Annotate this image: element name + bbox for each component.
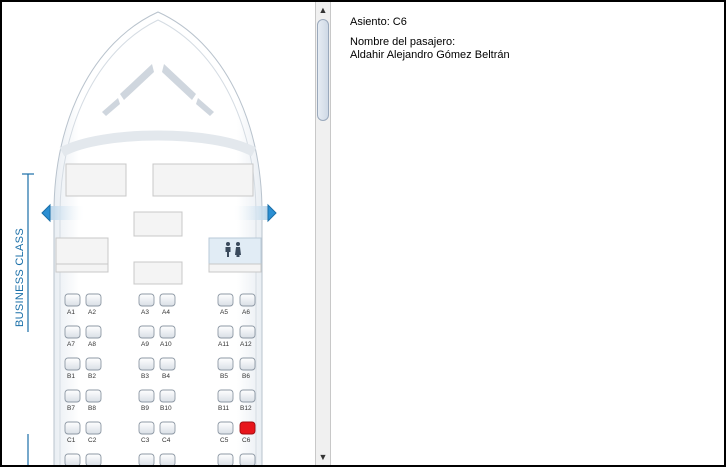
seat-b11[interactable] bbox=[217, 389, 234, 403]
seat-label: B7 bbox=[67, 405, 75, 412]
seat-a10[interactable] bbox=[159, 325, 176, 339]
seat-label: A9 bbox=[141, 341, 149, 348]
exit-arrow-right-icon bbox=[267, 203, 277, 223]
seat-label: A7 bbox=[67, 341, 75, 348]
seat-b10[interactable] bbox=[159, 389, 176, 403]
scrollbar-thumb[interactable] bbox=[317, 19, 329, 121]
seat-label: A8 bbox=[88, 341, 96, 348]
seat-label: C1 bbox=[67, 437, 76, 444]
seat-label: A4 bbox=[162, 309, 170, 316]
seat-a2[interactable] bbox=[85, 293, 102, 307]
seat-c4[interactable] bbox=[159, 421, 176, 435]
seat-label: A10 bbox=[160, 341, 172, 348]
seat-label: B5 bbox=[220, 373, 228, 380]
exit-bar-right bbox=[232, 206, 268, 220]
seat-c3[interactable] bbox=[138, 421, 155, 435]
galley-block-center bbox=[133, 211, 183, 237]
seat-b8[interactable] bbox=[85, 389, 102, 403]
seat-info-panel: Asiento: C6 Nombre del pasajero: Aldahir… bbox=[350, 16, 710, 62]
seat-a3[interactable] bbox=[138, 293, 155, 307]
seat-partial[interactable] bbox=[64, 453, 81, 465]
seat-b1[interactable] bbox=[64, 357, 81, 371]
seat-c6[interactable] bbox=[239, 421, 256, 435]
seat-a6[interactable] bbox=[239, 293, 256, 307]
seat-map-panel: BUSINESS CLASS A1 A2 A3 A4 A5 A6 A7 A8 A9 A10 A11 A… bbox=[2, 2, 315, 465]
seat-partial[interactable] bbox=[159, 453, 176, 465]
seat-a12[interactable] bbox=[239, 325, 256, 339]
seat-label: C3 bbox=[141, 437, 150, 444]
seat-label: A6 bbox=[242, 309, 250, 316]
seat-label: B1 bbox=[67, 373, 75, 380]
seat-b3[interactable] bbox=[138, 357, 155, 371]
scroll-up-icon[interactable]: ▲ bbox=[316, 2, 330, 18]
seat-a9[interactable] bbox=[138, 325, 155, 339]
seat-label: A2 bbox=[88, 309, 96, 316]
seat-c5[interactable] bbox=[217, 421, 234, 435]
seat-partial[interactable] bbox=[217, 453, 234, 465]
galley-block-left-2 bbox=[55, 237, 109, 265]
seat-label: B6 bbox=[242, 373, 250, 380]
exit-arrow-left-icon bbox=[41, 203, 51, 223]
seat-a7[interactable] bbox=[64, 325, 81, 339]
seat-label: C5 bbox=[220, 437, 229, 444]
seat-line: Asiento: C6 bbox=[350, 16, 407, 28]
scroll-down-icon[interactable]: ▼ bbox=[316, 449, 330, 465]
app-window: BUSINESS CLASS A1 A2 A3 A4 A5 A6 A7 A8 A9 A10 A11 A… bbox=[2, 2, 724, 465]
galley-block-right bbox=[152, 163, 254, 197]
seat-b2[interactable] bbox=[85, 357, 102, 371]
seat-c1[interactable] bbox=[64, 421, 81, 435]
lav-block bbox=[208, 237, 262, 265]
seat-partial[interactable] bbox=[138, 453, 155, 465]
seat-label: B3 bbox=[141, 373, 149, 380]
seat-label: A1 bbox=[67, 309, 75, 316]
seat-b12[interactable] bbox=[239, 389, 256, 403]
seat-label: A11 bbox=[218, 341, 230, 348]
exit-bar-left bbox=[50, 206, 86, 220]
seat-partial[interactable] bbox=[85, 453, 102, 465]
vertical-scrollbar[interactable]: ▲ ▼ bbox=[315, 2, 331, 465]
seat-a4[interactable] bbox=[159, 293, 176, 307]
seat-a11[interactable] bbox=[217, 325, 234, 339]
seat-a8[interactable] bbox=[85, 325, 102, 339]
seat-label: B12 bbox=[240, 405, 252, 412]
seat-label: B2 bbox=[88, 373, 96, 380]
seat-b9[interactable] bbox=[138, 389, 155, 403]
galley-strip-left bbox=[55, 263, 109, 273]
seat-a1[interactable] bbox=[64, 293, 81, 307]
seat-label: B9 bbox=[141, 405, 149, 412]
galley-block-center-2 bbox=[133, 261, 183, 285]
seat-label: A5 bbox=[220, 309, 228, 316]
seat-label: B11 bbox=[218, 405, 230, 412]
galley-block-left bbox=[65, 163, 127, 197]
seat-partial[interactable] bbox=[239, 453, 256, 465]
section-label: BUSINESS CLASS bbox=[14, 228, 26, 327]
seat-b7[interactable] bbox=[64, 389, 81, 403]
seat-label: C6 bbox=[242, 437, 251, 444]
seat-label: B10 bbox=[160, 405, 172, 412]
seat-c2[interactable] bbox=[85, 421, 102, 435]
galley-strip-right bbox=[208, 263, 262, 273]
seat-b5[interactable] bbox=[217, 357, 234, 371]
seat-label: C4 bbox=[162, 437, 171, 444]
seat-b6[interactable] bbox=[239, 357, 256, 371]
seat-b4[interactable] bbox=[159, 357, 176, 371]
seat-label: A12 bbox=[240, 341, 252, 348]
seat-label: A3 bbox=[141, 309, 149, 316]
passenger-name: Aldahir Alejandro Gómez Beltrán bbox=[350, 49, 510, 61]
aircraft-seat-map bbox=[22, 11, 277, 465]
seat-label: C2 bbox=[88, 437, 97, 444]
seat-label: B4 bbox=[162, 373, 170, 380]
seat-a5[interactable] bbox=[217, 293, 234, 307]
passenger-label: Nombre del pasajero: bbox=[350, 36, 456, 48]
seat-label: B8 bbox=[88, 405, 96, 412]
